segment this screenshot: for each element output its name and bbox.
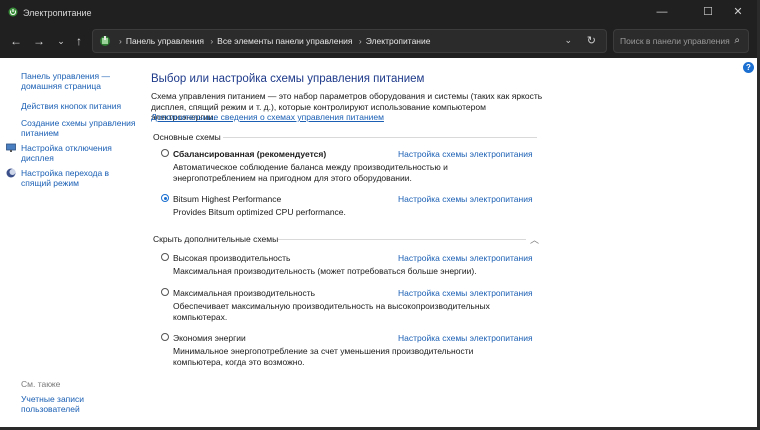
refresh-icon[interactable]: ↻ (587, 34, 596, 47)
recent-locations-button[interactable]: ⌄ (53, 33, 69, 49)
address-field[interactable]: › Панель управления › Все элементы панели … (92, 29, 607, 53)
breadcrumb-all-items[interactable]: Все элементы панели управления (217, 36, 352, 46)
plan-settings-link-ultimate[interactable]: Настройка схемы электропитания (398, 288, 533, 298)
moon-icon (6, 168, 16, 178)
plan-settings-link-bitsum[interactable]: Настройка схемы электропитания (398, 194, 533, 204)
breadcrumb-control-panel[interactable]: Панель управления (126, 36, 204, 46)
content-area: ? Панель управления — домашняя страница … (0, 58, 757, 427)
search-placeholder: Поиск в панели управления (620, 36, 730, 46)
plan-name-bitsum[interactable]: Bitsum Highest Performance (173, 194, 281, 204)
see-also-label: См. также (21, 379, 61, 389)
plan-radio-ultimate[interactable] (161, 288, 169, 296)
window-title: Электропитание (23, 8, 92, 18)
back-button[interactable]: ← (8, 33, 24, 49)
monitor-icon (6, 143, 16, 152)
plan-name-ultimate[interactable]: Максимальная производительность (173, 288, 315, 298)
sidebar-item-display-off[interactable]: Настройка отключения дисплея (21, 143, 121, 163)
help-icon[interactable]: ? (743, 62, 754, 73)
plan-desc-bitsum: Provides Bitsum optimized CPU performanc… (173, 207, 346, 217)
learn-more-link[interactable]: Дополнительные сведения о схемах управле… (151, 112, 384, 122)
sidebar-item-user-accounts[interactable]: Учетные записи пользователей (21, 394, 111, 414)
sidebar-item-power-buttons[interactable]: Действия кнопок питания (21, 101, 136, 111)
plan-desc-high-performance: Максимальная производительность (может п… (173, 266, 477, 276)
group-divider (278, 239, 526, 240)
plan-settings-link-balanced[interactable]: Настройка схемы электропитания (398, 149, 533, 159)
plan-radio-bitsum[interactable] (161, 194, 169, 202)
plan-desc-ultimate: Обеспечивает максимальную производительн… (173, 301, 490, 322)
minimize-button[interactable]: — (643, 0, 681, 25)
search-box[interactable]: Поиск в панели управления ⌕ (613, 29, 749, 53)
breadcrumb: › Панель управления › Все элементы панели … (119, 36, 431, 46)
plan-desc-power-saver: Минимальное энергопотребление за счет ум… (173, 346, 474, 367)
page-title: Выбор или настройка схемы управления пит… (151, 73, 425, 85)
plan-radio-balanced[interactable] (161, 149, 169, 157)
breadcrumb-power-options[interactable]: Электропитание (366, 36, 431, 46)
forward-button[interactable]: → (31, 33, 47, 49)
search-icon[interactable]: ⌕ (734, 35, 740, 46)
plan-name-balanced[interactable]: Сбалансированная (рекомендуется) (173, 149, 326, 159)
plan-desc-balanced: Автоматическое соблюдение баланса между … (173, 162, 448, 183)
address-dropdown-icon[interactable]: ⌄ (564, 35, 572, 46)
sidebar-item-create-plan[interactable]: Создание схемы управления питанием (21, 118, 136, 138)
hidden-plans-toggle[interactable]: Скрыть дополнительные схемы (153, 234, 278, 244)
sidebar-item-sleep[interactable]: Настройка перехода в спящий режим (21, 168, 131, 188)
power-options-icon (8, 7, 18, 17)
up-button[interactable]: ↑ (71, 33, 87, 49)
group-divider (223, 137, 537, 138)
preferred-plans-label: Основные схемы (153, 132, 221, 142)
plan-radio-high-performance[interactable] (161, 253, 169, 261)
plan-radio-power-saver[interactable] (161, 333, 169, 341)
plan-settings-link-high-performance[interactable]: Настройка схемы электропитания (398, 253, 533, 263)
plan-settings-link-power-saver[interactable]: Настройка схемы электропитания (398, 333, 533, 343)
plan-name-high-performance[interactable]: Высокая производительность (173, 253, 290, 263)
sidebar-home-link[interactable]: Панель управления — домашняя страница (21, 71, 121, 91)
control-panel-window: Электропитание — ☐ ✕ ← → ⌄ ↑ › Панель упр… (0, 0, 757, 427)
chevron-up-icon[interactable]: ︿ (530, 233, 539, 246)
address-bar-area: ← → ⌄ ↑ › Панель управления › Все элементы… (0, 25, 757, 58)
plan-name-power-saver[interactable]: Экономия энергии (173, 333, 246, 343)
control-panel-icon (100, 36, 110, 46)
title-bar: Электропитание — ☐ ✕ (0, 0, 757, 25)
close-button[interactable]: ✕ (719, 0, 757, 25)
